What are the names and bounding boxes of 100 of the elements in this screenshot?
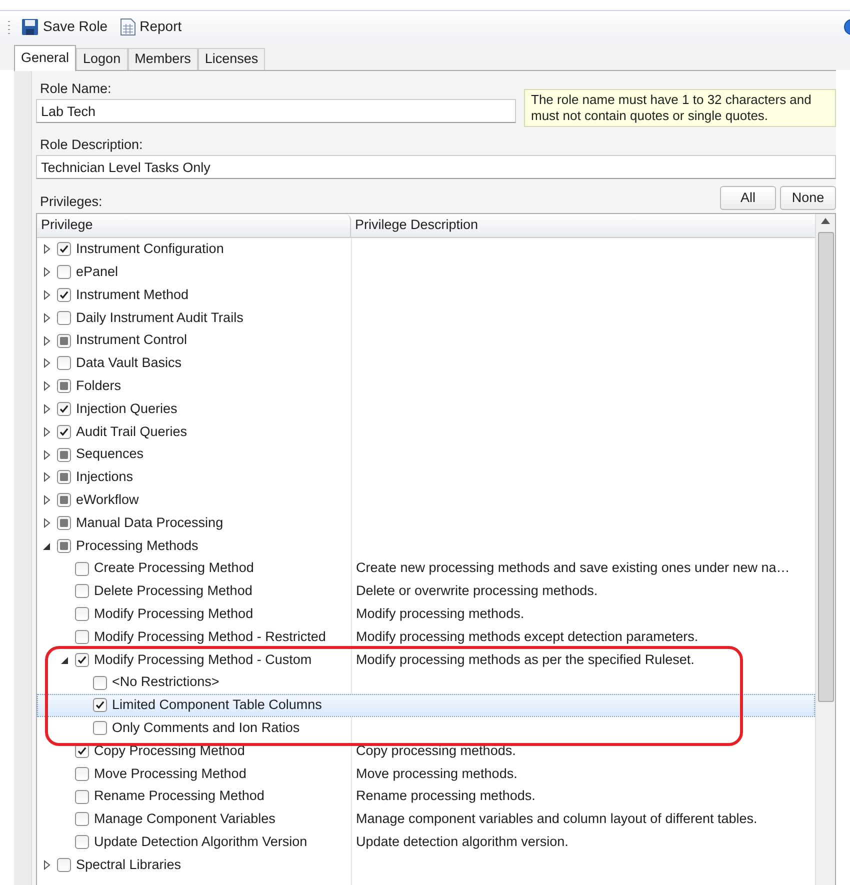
- tree-row[interactable]: Instrument Method: [37, 284, 815, 306]
- tree-row[interactable]: Instrument Control: [37, 329, 815, 352]
- tab[interactable]: Members: [128, 48, 198, 70]
- tab[interactable]: Logon: [76, 48, 128, 70]
- expand-icon[interactable]: [43, 267, 51, 278]
- tree-row[interactable]: Update Detection Algorithm Version Update detection algorithm version.: [37, 830, 815, 854]
- field-label: Privileges:: [40, 192, 104, 211]
- expand-icon[interactable]: [43, 518, 51, 528]
- checkbox[interactable]: [57, 538, 71, 553]
- checkbox[interactable]: [75, 766, 89, 781]
- checkbox[interactable]: [75, 812, 89, 826]
- checkbox[interactable]: [75, 607, 89, 622]
- tree-row[interactable]: Limited Component Table Columns: [37, 694, 815, 717]
- expand-icon[interactable]: [43, 495, 51, 506]
- check-icon: [95, 700, 105, 710]
- toolbar-button[interactable]: Save Role: [19, 16, 110, 37]
- scrollbar-thumb[interactable]: [818, 232, 834, 702]
- checkbox[interactable]: [75, 652, 89, 667]
- toolbar-button[interactable]: Report: [118, 16, 184, 37]
- checkbox[interactable]: [75, 790, 89, 804]
- privilege-description: Modify processing methods.: [355, 605, 524, 624]
- tree-row[interactable]: Injection Queries: [37, 398, 815, 420]
- tab[interactable]: General: [14, 45, 76, 71]
- checkbox[interactable]: [93, 676, 107, 690]
- privilege-name: eWorkflow: [76, 491, 139, 510]
- checkbox[interactable]: [75, 562, 89, 576]
- input-field[interactable]: Lab Tech: [36, 99, 516, 123]
- tree-row[interactable]: Modify Processing Method - Restricted Modify processing methods except detection parameters.: [37, 626, 815, 648]
- checkbox[interactable]: [57, 424, 71, 439]
- expand-icon[interactable]: [43, 312, 51, 323]
- tree-row[interactable]: eWorkflow: [37, 488, 815, 512]
- check-icon: [77, 654, 87, 665]
- checkbox[interactable]: [57, 379, 71, 394]
- privilege-name: Only Comments and Ion Ratios: [112, 719, 300, 737]
- expand-icon[interactable]: [43, 358, 51, 368]
- checkbox[interactable]: [57, 448, 71, 462]
- tab[interactable]: Licenses: [198, 48, 266, 70]
- checkbox[interactable]: [57, 334, 71, 348]
- checkbox[interactable]: [93, 698, 107, 712]
- tree-row[interactable]: Create Processing Method Create new processing methods and save existing ones under new na…: [37, 557, 815, 580]
- tree-row[interactable]: Manual Data Processing: [37, 512, 815, 534]
- privilege-name: Update Detection Algorithm Version: [94, 832, 308, 851]
- scroll-up-icon[interactable]: [821, 218, 830, 224]
- tree-row[interactable]: Spectral Libraries: [37, 854, 815, 876]
- expand-icon[interactable]: [43, 426, 51, 437]
- tree-row[interactable]: Move Processing Method Move processing methods.: [37, 762, 815, 786]
- tree-row[interactable]: <No Restrictions>: [37, 671, 815, 694]
- tree-row[interactable]: Sequences: [37, 443, 815, 466]
- tree-row[interactable]: Delete Processing Method Delete or overwrite processing methods.: [37, 580, 815, 603]
- tree-row[interactable]: Modify Processing Method - Custom Modify processing methods as per the specified Ruleset.: [37, 648, 815, 672]
- checkbox[interactable]: [57, 470, 71, 484]
- collapse-icon[interactable]: [61, 654, 69, 665]
- column-header[interactable]: Privilege Description: [351, 214, 815, 237]
- tree-row[interactable]: Data Vault Basics: [37, 352, 815, 375]
- expand-icon[interactable]: [43, 381, 51, 392]
- action-button[interactable]: All: [720, 186, 776, 210]
- action-button[interactable]: None: [780, 186, 836, 210]
- privilege-name: Instrument Control: [76, 331, 188, 350]
- checkbox[interactable]: [57, 493, 71, 508]
- tree-row[interactable]: Instrument Configuration: [37, 238, 815, 261]
- tree-row[interactable]: Rename Processing Method Rename processing methods.: [37, 785, 815, 808]
- scrollbar[interactable]: [815, 214, 835, 885]
- checkbox[interactable]: [75, 630, 89, 644]
- checkbox[interactable]: [93, 721, 107, 736]
- expand-icon[interactable]: [43, 404, 51, 414]
- input-field[interactable]: Technician Level Tasks Only: [36, 155, 836, 179]
- privilege-name: Create Processing Method: [94, 559, 254, 578]
- checkbox[interactable]: [57, 288, 71, 302]
- collapse-icon[interactable]: [43, 540, 51, 551]
- expand-icon[interactable]: [43, 336, 51, 346]
- tree-row[interactable]: Folders: [37, 374, 815, 398]
- checkbox[interactable]: [57, 310, 71, 325]
- expand-icon[interactable]: [43, 290, 51, 300]
- tree-row[interactable]: Manage Component Variables Manage component variables and column layout of different tables.: [37, 808, 815, 831]
- expand-icon[interactable]: [43, 450, 51, 460]
- tree-row[interactable]: Processing Methods: [37, 534, 815, 558]
- privilege-name: Copy Processing Method: [94, 742, 245, 760]
- checkbox[interactable]: [57, 516, 71, 530]
- expand-icon[interactable]: [43, 244, 51, 254]
- expand-icon[interactable]: [43, 860, 51, 870]
- tree-row[interactable]: Copy Processing Method Copy processing methods.: [37, 740, 815, 762]
- checkbox[interactable]: [57, 242, 71, 256]
- tree-row[interactable]: Injections: [37, 466, 815, 489]
- tree-row[interactable]: Modify Processing Method Modify processing methods.: [37, 602, 815, 626]
- tree-row[interactable]: Only Comments and Ion Ratios: [37, 716, 815, 740]
- checkbox[interactable]: [57, 356, 71, 370]
- privilege-description: Create new processing methods and save existing ones under new na…: [355, 559, 790, 578]
- checkbox[interactable]: [75, 584, 89, 598]
- tree-row[interactable]: Audit Trail Queries: [37, 420, 815, 444]
- tree-row[interactable]: Daily Instrument Audit Trails: [37, 306, 815, 330]
- privilege-description: Delete or overwrite processing methods.: [355, 582, 598, 600]
- check-icon: [77, 746, 87, 756]
- checkbox[interactable]: [57, 858, 71, 872]
- privilege-name: Folders: [76, 377, 122, 396]
- checkbox[interactable]: [75, 835, 89, 850]
- tree-row[interactable]: ePanel: [37, 260, 815, 284]
- expand-icon[interactable]: [43, 472, 51, 482]
- column-header[interactable]: Privilege: [37, 214, 351, 237]
- checkbox[interactable]: [57, 402, 71, 416]
- checkbox[interactable]: [57, 265, 71, 280]
